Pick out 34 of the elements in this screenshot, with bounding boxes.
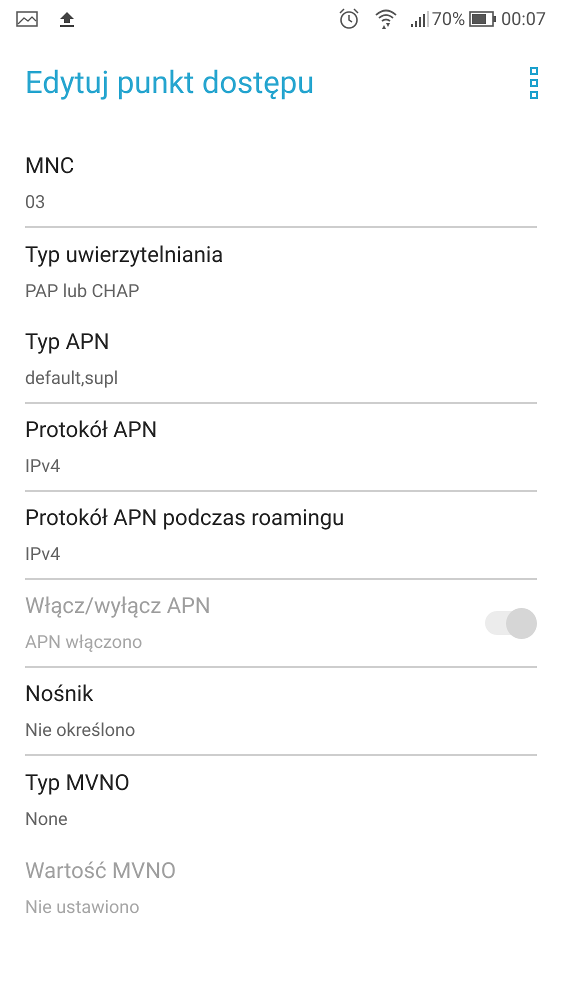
preference-row[interactable]: MNC 03 (25, 140, 537, 228)
setting-value: IPv4 (25, 455, 62, 479)
wifi-icon (374, 8, 398, 30)
setting-title: Typ APN (25, 329, 110, 357)
setting-title: Nośnik (25, 681, 94, 709)
setting-title: Typ MVNO (25, 770, 131, 798)
preference-row[interactable]: Typ uwierzytelniania PAP lub CHAP (25, 228, 537, 316)
signal-icon (410, 10, 430, 28)
preference-row[interactable]: Protokół APN podczas roamingu IPv4 (25, 492, 537, 580)
preference-row[interactable]: Protokół APN IPv4 (25, 404, 537, 492)
setting-title: Włącz/wyłącz APN (25, 593, 212, 621)
setting-title: Protokół APN (25, 417, 158, 445)
screen-title: Edytuj punkt dostępu (25, 62, 316, 103)
setting-value: IPv4 (25, 543, 62, 567)
setting-value: PAP lub CHAP (25, 280, 140, 304)
clock-time: 00:07 (501, 8, 546, 32)
setting-title: Wartość MVNO (25, 858, 178, 886)
setting-value: Nie określono (25, 719, 136, 743)
setting-value: APN włączono (25, 631, 144, 655)
preference-row[interactable]: Typ APN default,supl (25, 316, 537, 404)
upload-icon (58, 10, 76, 28)
preference-row[interactable]: Typ MVNO None (25, 756, 537, 844)
image-icon (16, 11, 38, 27)
setting-value: default,supl (25, 367, 120, 391)
alarm-clock-icon (338, 8, 360, 30)
setting-value: 03 (25, 191, 46, 215)
preference-row[interactable]: Nośnik Nie określono (25, 668, 537, 756)
setting-value: Nie ustawiono (25, 896, 140, 920)
battery-percent: 70% (432, 8, 466, 32)
setting-value: None (25, 808, 69, 832)
setting-title: MNC (25, 153, 76, 181)
setting-title: Typ uwierzytelniania (25, 242, 224, 270)
setting-title: Protokół APN podczas roamingu (25, 505, 346, 533)
battery-icon (469, 11, 498, 27)
